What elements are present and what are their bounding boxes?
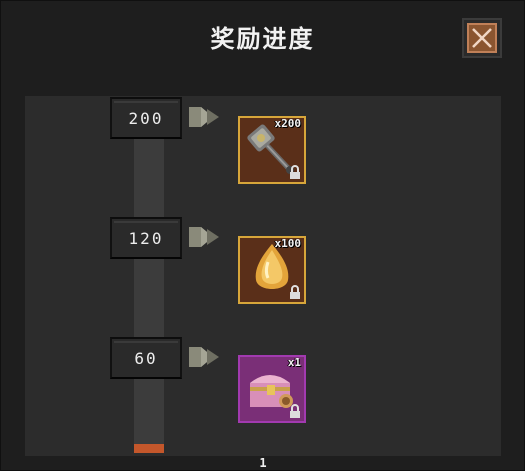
reward-slot-120[interactable]: x100 <box>238 236 306 304</box>
arrow-right-icon <box>189 347 219 367</box>
arrow-right-icon <box>189 227 219 247</box>
close-x-icon <box>467 23 497 53</box>
reward-quantity: x100 <box>274 237 302 250</box>
reward-slot-200[interactable]: x200 <box>238 116 306 184</box>
lock-icon <box>290 165 300 179</box>
reward-quantity: x200 <box>274 117 302 130</box>
progress-fill <box>134 444 164 453</box>
reward-progress-panel: 奖励进度 200 x200 120 x100 60 x1 1 <box>0 0 525 471</box>
milestone-120-label: 120 <box>110 217 182 259</box>
reward-quantity: x1 <box>287 356 301 369</box>
lock-icon <box>290 404 300 418</box>
milestone-60-label: 60 <box>110 337 182 379</box>
page-indicator: 1 <box>259 456 267 470</box>
progress-track <box>134 101 164 453</box>
reward-slot-60[interactable]: x1 <box>238 355 306 423</box>
close-button[interactable] <box>462 18 502 58</box>
arrow-right-icon <box>189 107 219 127</box>
lock-icon <box>290 285 300 299</box>
milestone-200-label: 200 <box>110 97 182 139</box>
panel-title: 奖励进度 <box>210 25 315 53</box>
